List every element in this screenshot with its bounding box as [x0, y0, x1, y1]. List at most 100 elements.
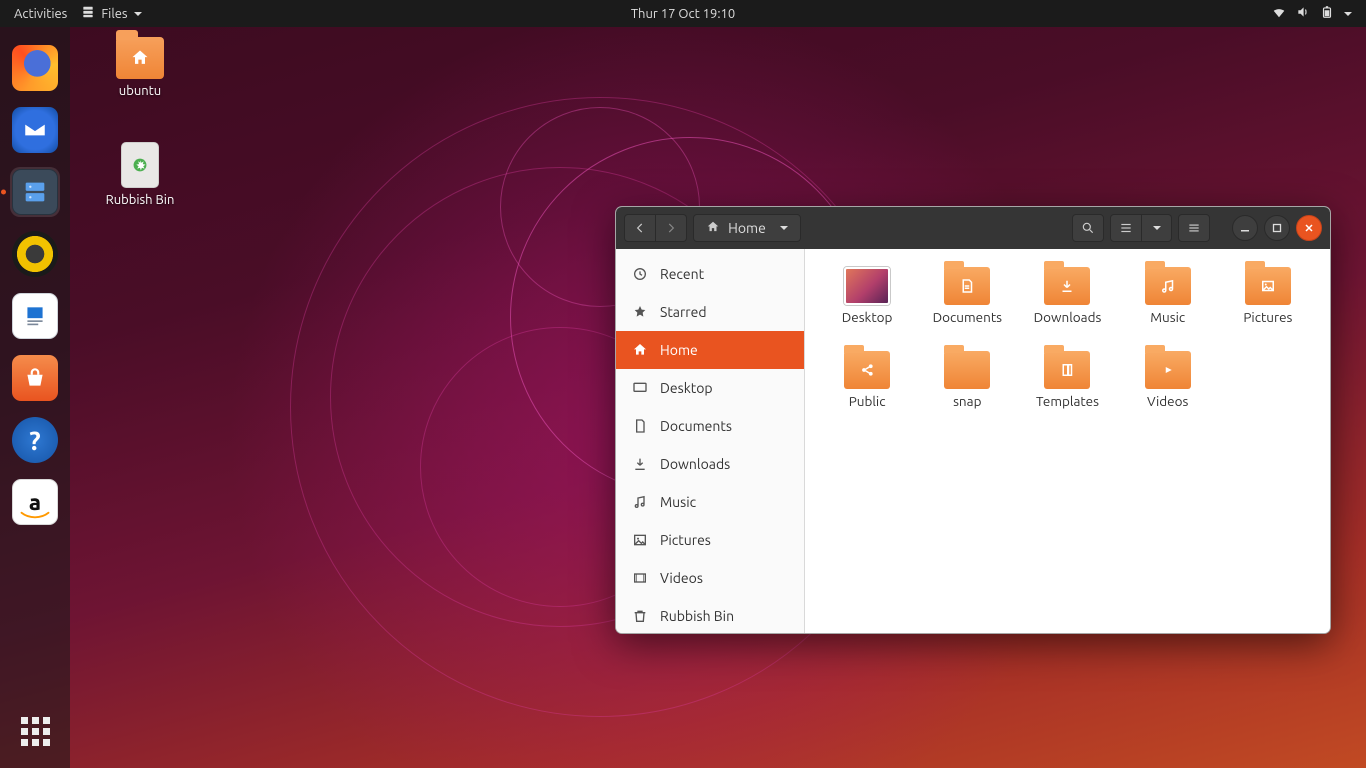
files-icon: [81, 5, 95, 22]
close-button[interactable]: [1296, 215, 1322, 241]
sidebar-item-music[interactable]: Music: [616, 483, 804, 521]
search-button[interactable]: [1072, 214, 1104, 242]
folder-item-label: Desktop: [842, 309, 893, 325]
folder-item-snap[interactable]: snap: [919, 351, 1015, 431]
sidebar-item-videos[interactable]: Videos: [616, 559, 804, 597]
hamburger-button[interactable]: [1178, 214, 1210, 242]
top-bar: Activities Files Thur 17 Oct 19:10: [0, 0, 1366, 27]
folder-item-templates[interactable]: Templates: [1019, 351, 1115, 431]
files-icon: [12, 169, 58, 215]
sidebar-item-label: Desktop: [660, 380, 713, 396]
minimize-button[interactable]: [1232, 215, 1258, 241]
sidebar-item-pictures[interactable]: Pictures: [616, 521, 804, 559]
minimize-icon: [1240, 223, 1250, 233]
sidebar-item-label: Downloads: [660, 456, 730, 472]
path-bar[interactable]: Home: [693, 214, 801, 242]
downloads-icon: [632, 456, 648, 472]
folder-item-label: Public: [849, 393, 886, 409]
apps-grid-icon: [21, 717, 50, 746]
folder-icon: [1245, 267, 1291, 305]
dock-item-thunderbird[interactable]: [10, 105, 60, 155]
trash-icon: [632, 608, 648, 624]
folder-icon: [1044, 351, 1090, 389]
firefox-icon: [12, 45, 58, 91]
sidebar-item-recent[interactable]: Recent: [616, 255, 804, 293]
path-label: Home: [728, 220, 766, 236]
folder-icon: [944, 351, 990, 389]
folder-item-label: Music: [1150, 309, 1185, 325]
trash-icon: [121, 142, 159, 188]
sidebar-item-home[interactable]: Home: [616, 331, 804, 369]
activities-button[interactable]: Activities: [14, 7, 67, 21]
list-view-button[interactable]: [1110, 214, 1142, 242]
sidebar-item-downloads[interactable]: Downloads: [616, 445, 804, 483]
volume-icon[interactable]: [1296, 5, 1310, 22]
window-headerbar[interactable]: Home: [616, 207, 1330, 249]
desktop-icon-home[interactable]: ubuntu: [95, 37, 185, 98]
menu-icon: [1187, 221, 1201, 235]
home-icon: [632, 342, 648, 358]
folder-item-downloads[interactable]: Downloads: [1019, 267, 1115, 347]
sidebar-item-label: Pictures: [660, 532, 711, 548]
star-icon: [632, 304, 648, 320]
forward-button[interactable]: [656, 214, 687, 242]
wifi-icon[interactable]: [1272, 5, 1286, 22]
sidebar-item-label: Recent: [660, 266, 704, 282]
maximize-button[interactable]: [1264, 215, 1290, 241]
desktop-icon-label: Rubbish Bin: [106, 193, 175, 207]
folder-item-pictures[interactable]: Pictures: [1220, 267, 1316, 347]
folder-item-label: Downloads: [1034, 309, 1102, 325]
folder-item-videos[interactable]: Videos: [1120, 351, 1216, 431]
rhythmbox-icon: [12, 231, 58, 277]
sidebar-item-label: Music: [660, 494, 696, 510]
pictures-icon: [632, 532, 648, 548]
sidebar-item-trash[interactable]: Rubbish Bin: [616, 597, 804, 634]
window-body: Recent Starred Home Desktop Documents Do…: [616, 249, 1330, 633]
app-menu-label: Files: [101, 7, 127, 21]
sidebar-item-desktop[interactable]: Desktop: [616, 369, 804, 407]
dock-item-rhythmbox[interactable]: [10, 229, 60, 279]
videos-icon: [632, 570, 648, 586]
help-icon: ?: [12, 417, 58, 463]
nav-buttons: [624, 214, 687, 242]
sidebar-item-label: Videos: [660, 570, 703, 586]
sidebar: Recent Starred Home Desktop Documents Do…: [616, 249, 805, 633]
folder-item-music[interactable]: Music: [1120, 267, 1216, 347]
system-menu-chevron-icon[interactable]: [1344, 12, 1352, 16]
dock-item-firefox[interactable]: [10, 43, 60, 93]
clock-label: Thur 17 Oct 19:10: [631, 7, 735, 21]
dock: ? a: [0, 27, 70, 768]
list-icon: [1119, 221, 1133, 235]
clock-icon: [632, 266, 648, 282]
home-icon: [706, 220, 720, 237]
folder-item-desktop[interactable]: Desktop: [819, 267, 915, 347]
app-menu[interactable]: Files: [81, 5, 141, 22]
desktop-icon-trash[interactable]: Rubbish Bin: [95, 142, 185, 207]
chevron-down-icon: [780, 226, 788, 230]
dock-item-writer[interactable]: [10, 291, 60, 341]
dock-item-amazon[interactable]: a: [10, 477, 60, 527]
desktop-icon-label: ubuntu: [119, 84, 161, 98]
sidebar-item-documents[interactable]: Documents: [616, 407, 804, 445]
amazon-icon: a: [12, 479, 58, 525]
dock-item-help[interactable]: ?: [10, 415, 60, 465]
show-applications-button[interactable]: [10, 706, 60, 756]
maximize-icon: [1272, 223, 1282, 233]
files-window: Home: [615, 206, 1331, 634]
close-icon: [1304, 223, 1314, 233]
back-button[interactable]: [624, 214, 656, 242]
desktop-thumbnail-icon: [844, 267, 890, 305]
folder-item-public[interactable]: Public: [819, 351, 915, 431]
folder-view[interactable]: Desktop Documents Downloads Music Pictur…: [805, 249, 1330, 633]
dock-item-software[interactable]: [10, 353, 60, 403]
folder-icon: [1044, 267, 1090, 305]
folder-item-documents[interactable]: Documents: [919, 267, 1015, 347]
folder-icon: [944, 267, 990, 305]
thunderbird-icon: [12, 107, 58, 153]
dock-item-files[interactable]: [10, 167, 60, 217]
folder-icon: [844, 351, 890, 389]
view-options-button[interactable]: [1142, 214, 1172, 242]
battery-icon[interactable]: [1320, 5, 1334, 22]
clock[interactable]: Thur 17 Oct 19:10: [631, 7, 735, 21]
sidebar-item-starred[interactable]: Starred: [616, 293, 804, 331]
